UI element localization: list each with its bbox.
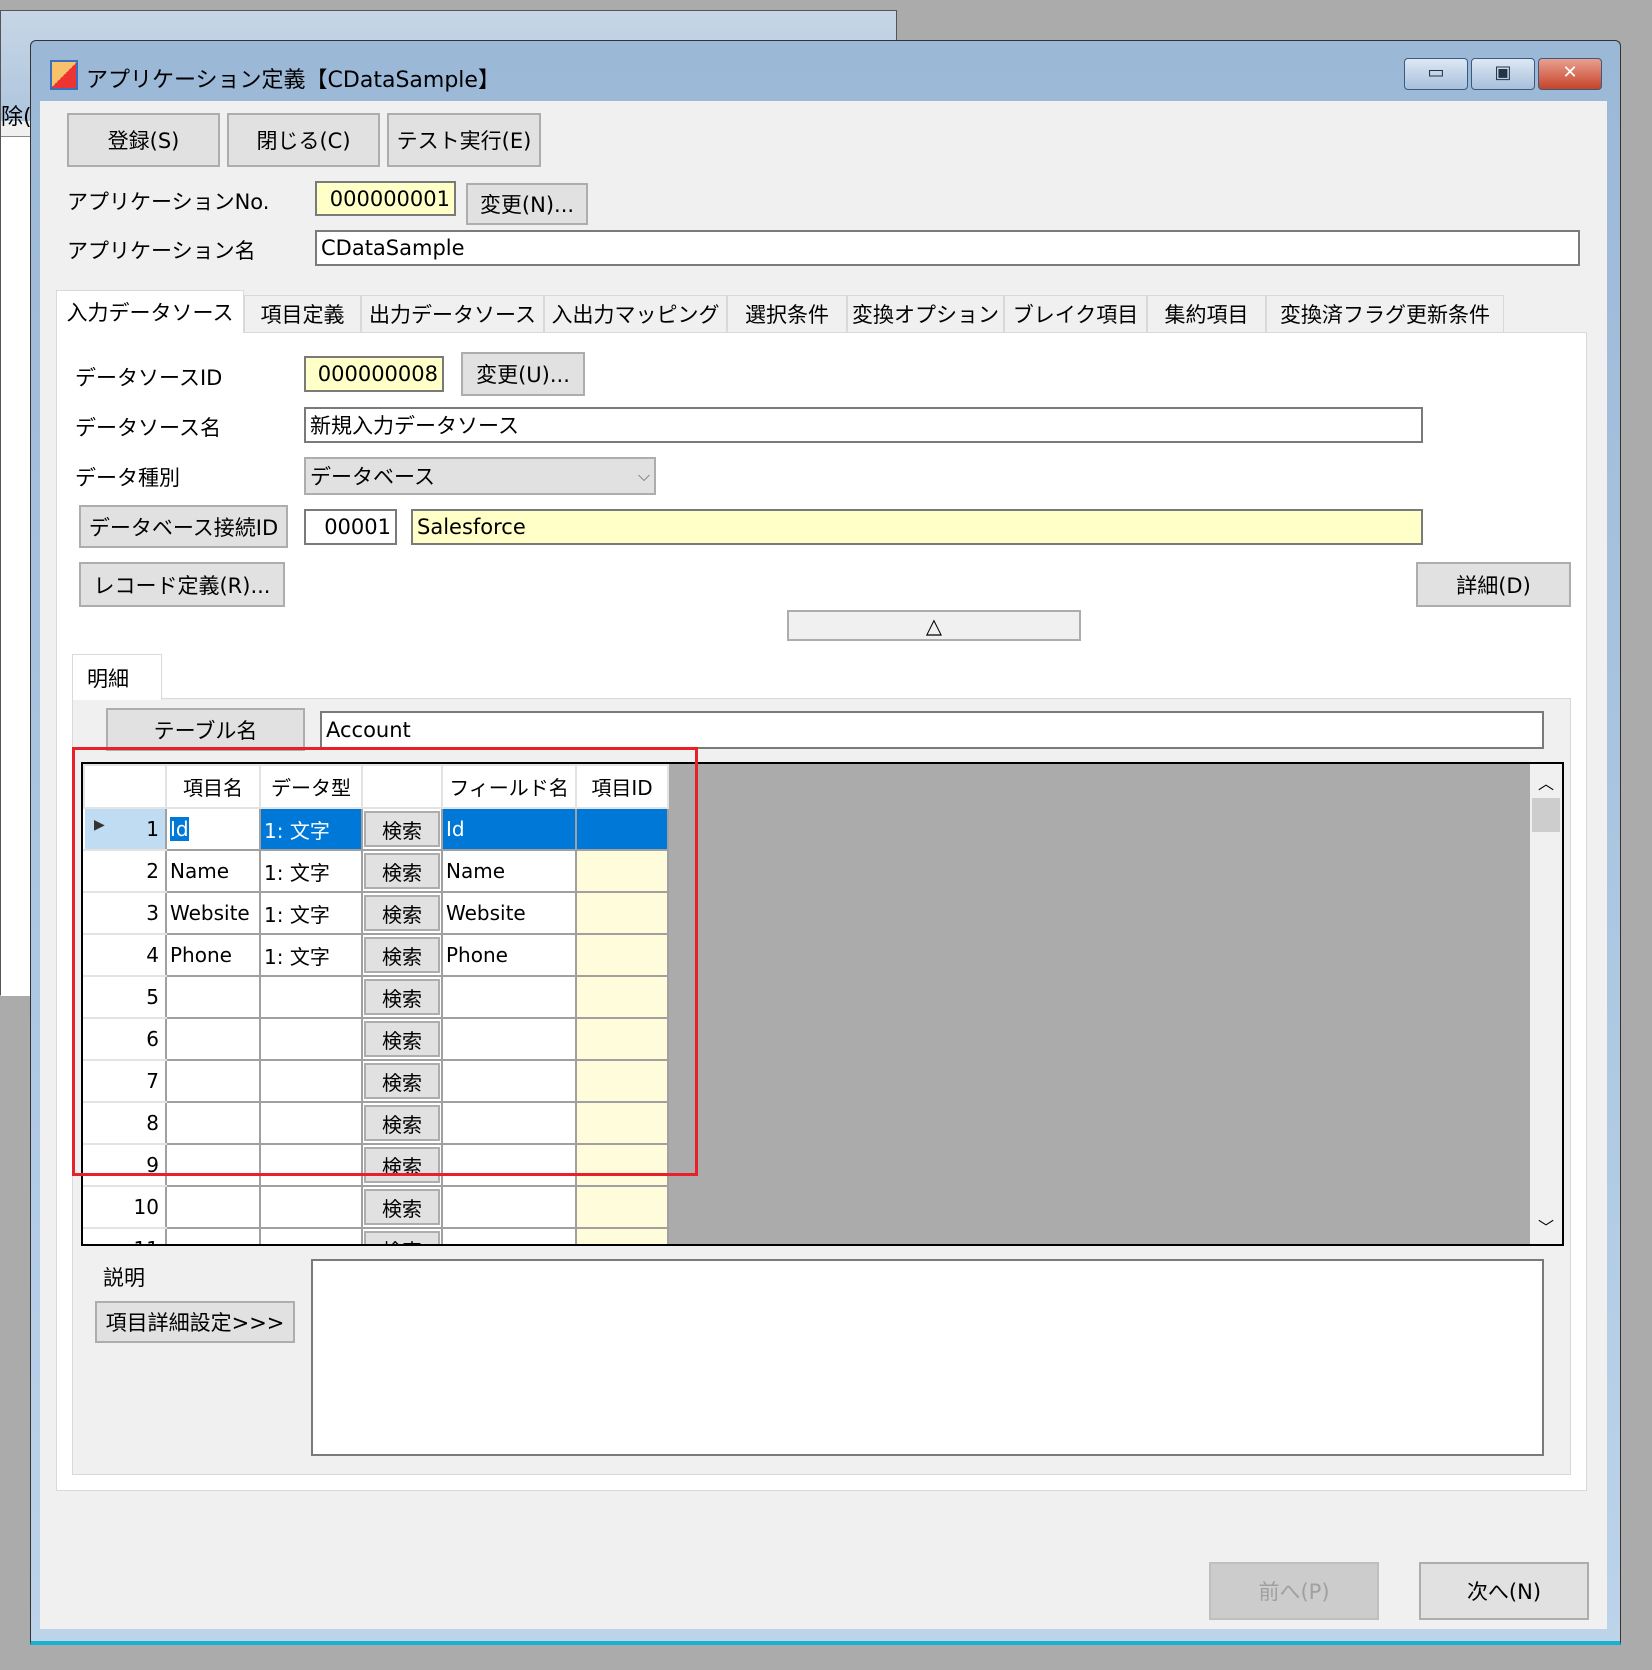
- description-label: 説明: [103, 1266, 145, 1290]
- highlight-box: [72, 747, 698, 1176]
- data-type-label: データ種別: [75, 466, 180, 490]
- data-type-cell[interactable]: [259, 1227, 363, 1244]
- next-button[interactable]: 次へ(N): [1419, 1562, 1589, 1620]
- background-window-text: 除(: [1, 105, 32, 130]
- item-name-cell[interactable]: [165, 1185, 261, 1229]
- datasource-name-field[interactable]: 新規入力データソース: [304, 407, 1423, 443]
- tab-6[interactable]: 変換オプション: [847, 295, 1004, 332]
- app-icon: [50, 60, 78, 90]
- tab-3[interactable]: 出力データソース: [361, 295, 544, 332]
- table-name-field[interactable]: Account: [320, 711, 1544, 749]
- chevron-down-icon: ⌵: [637, 466, 650, 485]
- app-no-label: アプリケーションNo.: [67, 190, 270, 214]
- tab-1[interactable]: 入力データソース: [56, 290, 244, 333]
- tab-4[interactable]: 入出力マッピング: [544, 295, 727, 332]
- test-run-button[interactable]: テスト実行(E): [387, 113, 541, 167]
- db-connection-id-button[interactable]: データベース接続ID: [79, 505, 288, 548]
- data-type-select[interactable]: データベース ⌵: [304, 457, 656, 495]
- tab-2[interactable]: 項目定義: [244, 295, 361, 332]
- scrollbar-thumb[interactable]: [1532, 798, 1560, 832]
- window-title: アプリケーション定義【CDataSample】: [86, 68, 500, 93]
- change-app-no-button[interactable]: 変更(N)...: [466, 183, 588, 225]
- table-name-button[interactable]: テーブル名: [106, 708, 305, 751]
- datasource-name-label: データソース名: [75, 416, 221, 440]
- row-number: 10: [133, 1195, 159, 1219]
- prev-button[interactable]: 前へ(P): [1209, 1562, 1379, 1620]
- item-name-cell[interactable]: [165, 1227, 261, 1244]
- triangle-up-icon: △: [925, 613, 943, 638]
- item-detail-settings-button[interactable]: 項目詳細設定>>>: [95, 1301, 295, 1343]
- data-type-value: データベース: [310, 465, 435, 489]
- detail-button[interactable]: 詳細(D): [1416, 562, 1571, 607]
- item-id-cell[interactable]: [575, 1227, 669, 1244]
- change-datasource-button[interactable]: 変更(U)...: [461, 352, 585, 396]
- app-no-field[interactable]: 000000001: [315, 181, 456, 216]
- grid-vertical-scrollbar[interactable]: ︿ ﹀: [1530, 764, 1562, 1244]
- datasource-id-field[interactable]: 000000008: [304, 356, 444, 392]
- row-number: 11: [134, 1237, 159, 1244]
- description-textarea[interactable]: [311, 1259, 1544, 1456]
- scroll-up-icon[interactable]: ︿: [1538, 770, 1554, 794]
- data-type-cell[interactable]: [259, 1185, 363, 1229]
- field-name-cell[interactable]: [441, 1185, 577, 1229]
- tab-9[interactable]: 変換済フラグ更新条件: [1266, 295, 1504, 332]
- minimize-button[interactable]: ▭: [1404, 58, 1468, 90]
- record-definition-button[interactable]: レコード定義(R)...: [79, 562, 285, 607]
- register-button[interactable]: 登録(S): [67, 113, 220, 167]
- row-header[interactable]: 10: [83, 1185, 167, 1229]
- item-id-cell[interactable]: [575, 1185, 669, 1229]
- datasource-id-label: データソースID: [75, 366, 223, 390]
- tab-detail[interactable]: 明細: [72, 654, 162, 700]
- tab-7[interactable]: ブレイク項目: [1004, 295, 1147, 332]
- app-name-label: アプリケーション名: [67, 239, 256, 263]
- row-header[interactable]: 11: [83, 1227, 167, 1244]
- db-connection-id-field[interactable]: 00001: [304, 509, 397, 545]
- scroll-down-icon[interactable]: ﹀: [1538, 1214, 1554, 1238]
- field-name-cell[interactable]: [441, 1227, 577, 1244]
- tab-8[interactable]: 集約項目: [1147, 295, 1266, 332]
- maximize-button[interactable]: ▣: [1471, 58, 1535, 90]
- table-row[interactable]: 11 検索: [83, 1227, 669, 1244]
- app-name-field[interactable]: CDataSample: [315, 230, 1580, 266]
- close-button[interactable]: 閉じる(C): [227, 113, 380, 167]
- close-window-button[interactable]: ✕: [1538, 58, 1602, 90]
- search-button[interactable]: 検索: [364, 1189, 440, 1225]
- db-connection-name-field: Salesforce: [411, 509, 1423, 545]
- tab-5[interactable]: 選択条件: [727, 295, 847, 332]
- collapse-toggle-button[interactable]: △: [787, 610, 1081, 641]
- search-button[interactable]: 検索: [364, 1231, 440, 1244]
- table-row[interactable]: 10 検索: [83, 1185, 669, 1229]
